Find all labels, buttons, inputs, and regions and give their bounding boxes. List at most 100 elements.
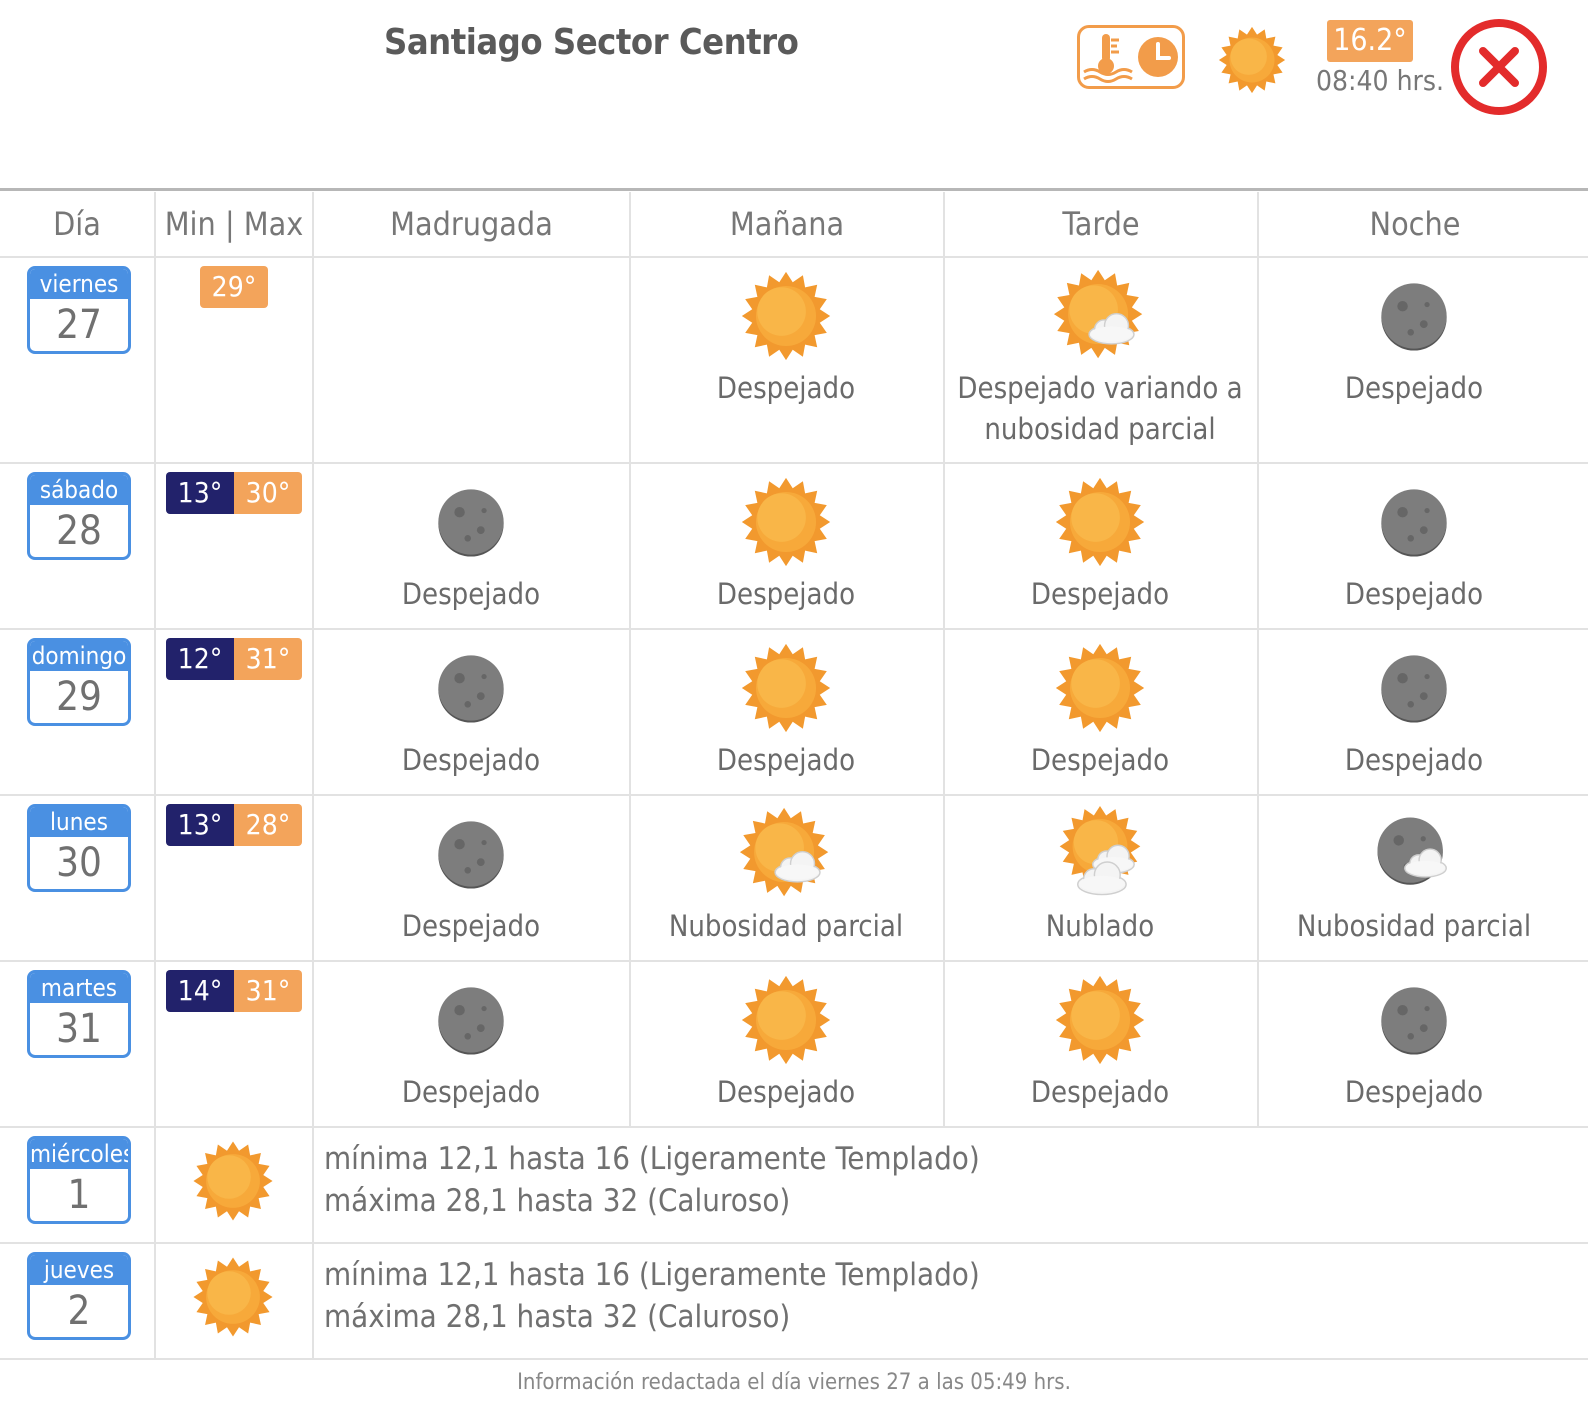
row-divider bbox=[0, 1126, 1588, 1128]
calendar-day-badge: viernes 27 bbox=[27, 266, 131, 354]
day-number: 29 bbox=[56, 674, 102, 720]
sun-icon bbox=[1055, 975, 1145, 1065]
extended-description: mínima 12,1 hasta 16 (Ligeramente Templa… bbox=[324, 1254, 980, 1338]
weather-label: Despejado bbox=[716, 1075, 856, 1109]
extended-weather-icon-cell bbox=[190, 1254, 276, 1340]
sun-icon bbox=[193, 1141, 273, 1221]
column-divider bbox=[154, 192, 156, 1358]
weather-label: Despejado bbox=[1030, 743, 1170, 777]
weather-cell: Nubosidad parcial bbox=[636, 806, 936, 947]
column-header-manana: Mañana bbox=[729, 205, 845, 243]
column-header-noche: Noche bbox=[1369, 205, 1461, 243]
weather-cell: Despejado bbox=[636, 972, 936, 1113]
thermometer-clock-icon bbox=[1083, 34, 1178, 83]
weather-label: Nubosidad parcial bbox=[1296, 909, 1532, 943]
calendar-day-badge: domingo 29 bbox=[27, 638, 131, 726]
moon-icon bbox=[438, 489, 504, 557]
moon-icon bbox=[438, 821, 504, 889]
day-name: jueves bbox=[30, 1255, 128, 1285]
min-temp: 13° bbox=[166, 804, 234, 846]
max-temp: 29° bbox=[200, 266, 268, 308]
min-max-badge: 29° bbox=[200, 266, 268, 308]
day-number: 2 bbox=[67, 1288, 91, 1334]
sun-clouds-icon bbox=[1059, 806, 1141, 896]
moon-icon bbox=[1381, 283, 1447, 351]
max-temp: 31° bbox=[234, 970, 302, 1012]
column-header-madrugada: Madrugada bbox=[390, 205, 553, 243]
weather-cell: Despejado bbox=[950, 474, 1250, 615]
weather-label: Despejado bbox=[1344, 1075, 1484, 1109]
weather-label: Nubosidad parcial bbox=[668, 909, 904, 943]
row-divider bbox=[0, 628, 1588, 630]
day-name: lunes bbox=[30, 807, 128, 837]
day-name: martes bbox=[30, 973, 128, 1003]
weather-label: Despejado variando a nubosidad parcial bbox=[957, 371, 1243, 446]
moon-cloud-icon bbox=[1377, 817, 1447, 885]
weather-cell: Nublado bbox=[950, 806, 1250, 947]
row-divider bbox=[0, 1242, 1588, 1244]
min-temp: 12° bbox=[166, 638, 234, 680]
current-time: 08:40 hrs. bbox=[1316, 64, 1445, 97]
column-divider bbox=[629, 192, 631, 1126]
weather-label: Despejado bbox=[1030, 1075, 1170, 1109]
weather-cell: Despejado bbox=[950, 640, 1250, 781]
weather-label: Despejado bbox=[401, 743, 541, 777]
column-divider bbox=[943, 192, 945, 1126]
column-header-day: Día bbox=[53, 205, 101, 243]
weather-cell: Despejado bbox=[1264, 640, 1564, 781]
weather-label: Nublado bbox=[1045, 909, 1155, 943]
weather-label: Despejado bbox=[401, 577, 541, 611]
day-name: sábado bbox=[30, 475, 128, 505]
column-divider bbox=[1257, 192, 1259, 1126]
weather-label: Despejado bbox=[1030, 577, 1170, 611]
current-temperature: 16.2° bbox=[1327, 20, 1413, 62]
day-name: miércoles bbox=[30, 1139, 131, 1169]
row-divider bbox=[0, 960, 1588, 962]
weather-label: Despejado bbox=[1344, 577, 1484, 611]
weather-label: Despejado bbox=[401, 909, 541, 943]
sun-icon bbox=[741, 271, 831, 361]
max-temp: 28° bbox=[234, 804, 302, 846]
min-temp: 13° bbox=[166, 472, 234, 514]
row-divider bbox=[0, 462, 1588, 464]
sun-cloud-icon bbox=[1053, 269, 1143, 359]
weather-cell: Nubosidad parcial bbox=[1264, 806, 1564, 947]
weather-cell: Despejado bbox=[321, 972, 621, 1113]
sun-icon bbox=[1055, 477, 1145, 567]
weather-cell: Despejado bbox=[950, 972, 1250, 1113]
day-number: 30 bbox=[56, 840, 102, 886]
sun-icon bbox=[741, 975, 831, 1065]
min-max-badge: 13° 30° bbox=[166, 472, 302, 514]
current-weather-icon bbox=[1216, 24, 1288, 100]
footer-note: Información redactada el día viernes 27 … bbox=[517, 1370, 1071, 1395]
row-divider bbox=[0, 794, 1588, 796]
min-range-text: mínima 12,1 hasta 16 (Ligeramente Templa… bbox=[324, 1141, 980, 1177]
moon-icon bbox=[438, 987, 504, 1055]
weather-cell: Despejado bbox=[636, 268, 936, 409]
min-temp: 14° bbox=[166, 970, 234, 1012]
close-button[interactable] bbox=[1451, 19, 1547, 115]
moon-icon bbox=[438, 655, 504, 723]
sensor-history-button[interactable] bbox=[1077, 25, 1185, 89]
weather-cell: Despejado bbox=[1264, 268, 1564, 409]
day-number: 27 bbox=[56, 302, 102, 348]
sun-icon bbox=[1055, 643, 1145, 733]
day-name: domingo bbox=[30, 641, 128, 671]
max-temp: 31° bbox=[234, 638, 302, 680]
day-name: viernes bbox=[30, 269, 128, 299]
weather-label: Despejado bbox=[716, 371, 856, 405]
column-divider bbox=[312, 192, 314, 1358]
weather-label: Despejado bbox=[401, 1075, 541, 1109]
column-header-tarde: Tarde bbox=[1062, 205, 1140, 243]
close-icon bbox=[1479, 47, 1519, 87]
min-max-badge: 12° 31° bbox=[166, 638, 302, 680]
moon-icon bbox=[1381, 987, 1447, 1055]
weather-cell: Despejado variando a nubosidad parcial bbox=[950, 268, 1250, 450]
weather-cell: Despejado bbox=[321, 474, 621, 615]
weather-label: Despejado bbox=[1344, 371, 1484, 405]
sun-icon bbox=[741, 477, 831, 567]
weather-cell: Despejado bbox=[1264, 972, 1564, 1113]
sun-icon bbox=[193, 1257, 273, 1337]
extended-weather-icon-cell bbox=[190, 1138, 276, 1224]
sun-icon bbox=[1218, 26, 1286, 94]
